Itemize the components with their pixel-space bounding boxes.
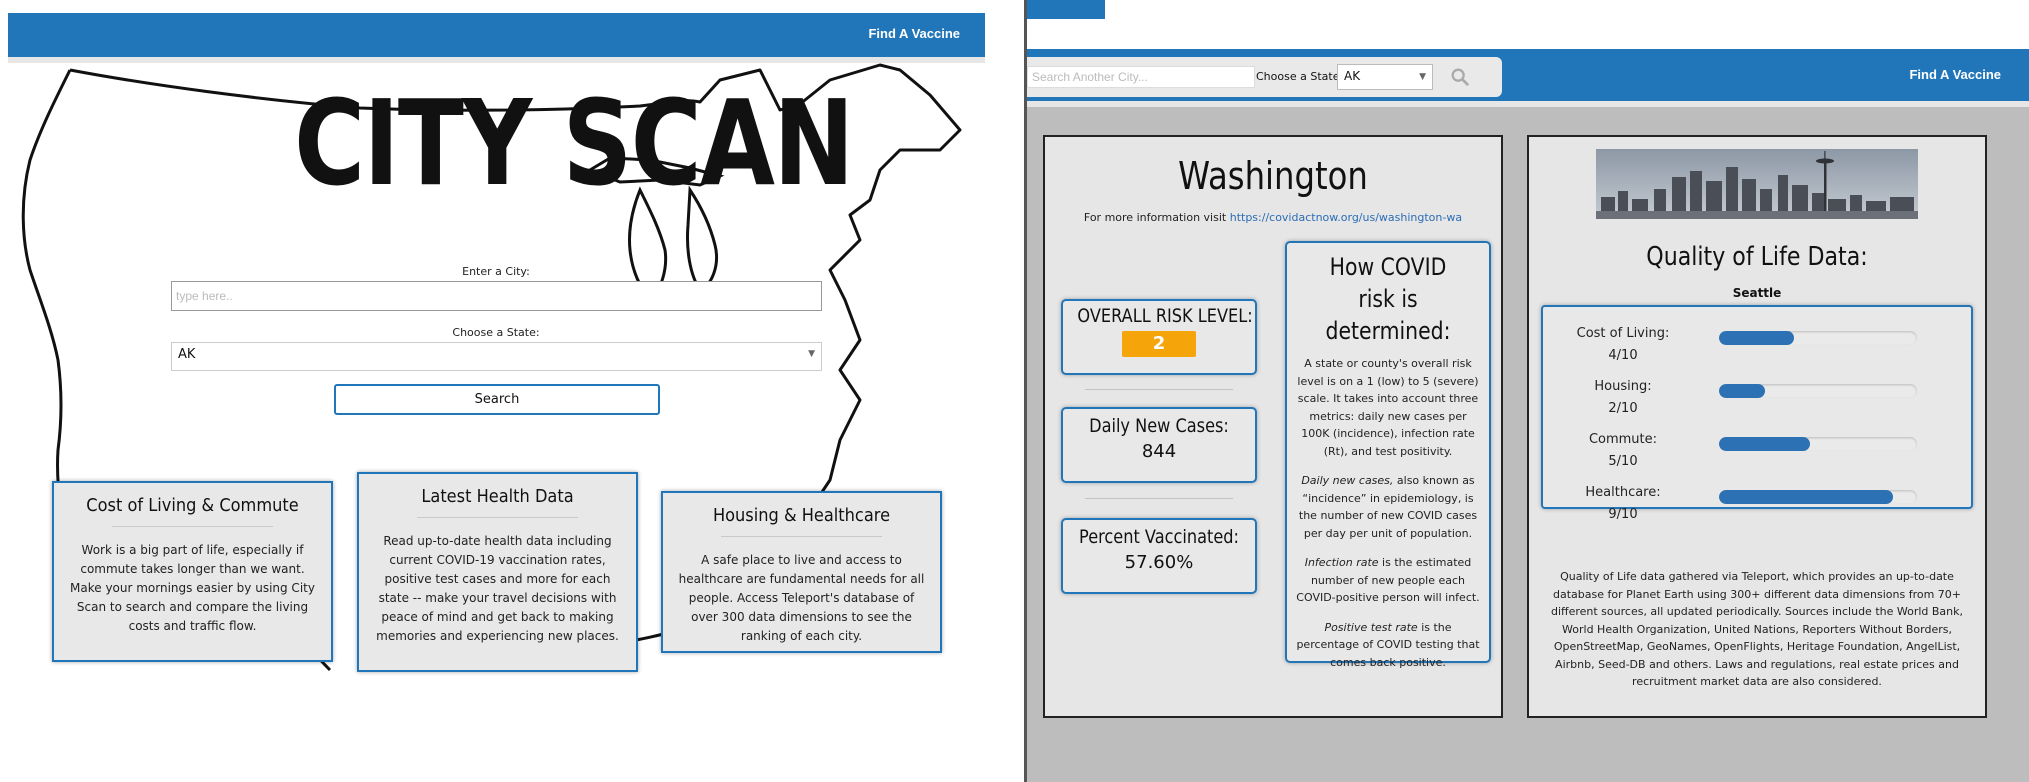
search-button[interactable]: Search <box>334 384 660 415</box>
card-divider <box>720 536 883 537</box>
qol-row-label: Cost of Living: <box>1576 326 1670 341</box>
qol-row-score: 9/10 <box>1608 507 1638 522</box>
qol-row-housing: Housing: 2/10 <box>1543 376 1971 420</box>
qol-row-score: 4/10 <box>1608 348 1638 363</box>
explainer-paragraph: Positive test rate is the percentage of … <box>1296 620 1480 669</box>
qol-row-score: 2/10 <box>1608 401 1638 416</box>
explainer-title: How COVID risk is determined: <box>1325 253 1451 345</box>
nav-search-group: Choose a State: AK ▼ <box>1027 57 1502 97</box>
explainer-paragraph: Daily new cases, also known as “incidenc… <box>1298 474 1478 540</box>
daily-cases-value: 844 <box>1141 441 1177 462</box>
chevron-down-icon: ▼ <box>808 349 815 359</box>
explainer-paragraph: A state or county's overall risk level i… <box>1297 357 1479 458</box>
daily-cases-title: Daily New Cases: <box>1089 415 1229 437</box>
state-title: Washington <box>1178 154 1368 198</box>
state-select-value: AK <box>178 347 196 362</box>
qol-progress-track <box>1719 490 1917 504</box>
browser-top-area <box>1027 0 2029 49</box>
risk-level-card: OVERALL RISK LEVEL: 2 <box>1061 299 1257 375</box>
covid-risk-explainer: How COVID risk is determined: A state or… <box>1285 241 1491 669</box>
chevron-down-icon: ▼ <box>1419 72 1426 82</box>
header-tab-stub <box>1027 0 1105 19</box>
seattle-skyline-image <box>1596 149 1918 219</box>
search-icon[interactable] <box>1449 66 1471 88</box>
qol-row-score: 5/10 <box>1608 454 1638 469</box>
qol-row-cost-of-living: Cost of Living: 4/10 <box>1543 323 1971 367</box>
more-info-line: For more information visit https://covid… <box>1045 211 1501 224</box>
risk-level-badge: 2 <box>1122 331 1196 357</box>
feature-card-health-data: Latest Health Data Read up-to-date healt… <box>357 472 638 672</box>
explainer-term: Infection rate <box>1304 556 1379 569</box>
search-another-city-input[interactable] <box>1027 66 1255 88</box>
qol-row-healthcare: Healthcare: 9/10 <box>1543 482 1971 526</box>
feature-card-body: Work is a big part of life, especially i… <box>70 543 315 633</box>
feature-card-housing-healthcare: Housing & Healthcare A safe place to liv… <box>661 491 942 653</box>
nav-state-label: Choose a State: <box>1256 70 1344 83</box>
top-nav-bar <box>8 13 985 57</box>
find-vaccine-link[interactable]: Find A Vaccine <box>1909 67 2001 82</box>
nav-shadow <box>8 57 985 63</box>
feature-card-body: A safe place to live and access to healt… <box>678 553 925 643</box>
card-divider <box>416 517 579 518</box>
explainer-paragraph: Infection rate is the estimated number o… <box>1296 556 1480 604</box>
qol-row-commute: Commute: 5/10 <box>1543 429 1971 473</box>
feature-card-title: Housing & Healthcare <box>712 505 891 526</box>
feature-card-cost-commute: Cost of Living & Commute Work is a big p… <box>52 481 333 662</box>
qol-progress-fill <box>1719 437 1811 451</box>
vaccinated-title: Percent Vaccinated: <box>1079 526 1239 548</box>
vaccinated-card: Percent Vaccinated: 57.60% <box>1061 518 1257 594</box>
feature-card-body: Read up-to-date health data including cu… <box>376 534 619 643</box>
qol-progress-track <box>1719 331 1917 345</box>
landing-page: Find A Vaccine CITY SCAN Enter a City: C… <box>0 0 1024 782</box>
explainer-term: Daily new cases, <box>1301 474 1394 487</box>
qol-title: Quality of Life Data: <box>1646 242 1868 272</box>
qol-row-label: Housing: <box>1594 379 1652 394</box>
state-select[interactable]: AK ▼ <box>171 342 822 371</box>
explainer-term: Positive test rate <box>1324 620 1418 634</box>
more-info-prefix: For more information visit <box>1083 211 1227 224</box>
qol-progress-fill <box>1719 331 1795 345</box>
covidactnow-link[interactable]: https://covidactnow.org/us/washington-wa <box>1230 211 1462 224</box>
hero-title: CITY SCAN <box>294 74 854 212</box>
covid-panel: Washington For more information visit ht… <box>1043 135 1503 718</box>
nav-state-select-value: AK <box>1344 69 1361 83</box>
vaccinated-value: 57.60% <box>1124 552 1194 573</box>
qol-description: Quality of Life data gathered via Telepo… <box>1550 570 1964 688</box>
qol-city: Seattle <box>1732 286 1782 300</box>
quality-of-life-panel: Quality of Life Data: Seattle Cost of Li… <box>1527 135 1987 718</box>
qol-scores-box: Cost of Living: 4/10 Housing: 2/10 Commute… <box>1541 305 1973 522</box>
results-page: Choose a State: AK ▼ Find A Vaccine Wash… <box>1027 0 2029 782</box>
card-divider <box>111 526 274 527</box>
nav-shadow <box>1027 101 2029 107</box>
state-label: Choose a State: <box>452 326 540 339</box>
stat-divider <box>1085 498 1233 499</box>
qol-progress-fill <box>1719 490 1894 504</box>
qol-row-label: Healthcare: <box>1585 485 1661 500</box>
qol-progress-track <box>1719 384 1917 398</box>
feature-card-title: Latest Health Data <box>421 486 574 507</box>
qol-progress-track <box>1719 437 1917 451</box>
daily-cases-card: Daily New Cases: 844 <box>1061 407 1257 483</box>
qol-progress-fill <box>1719 384 1765 398</box>
find-vaccine-link[interactable]: Find A Vaccine <box>868 26 960 41</box>
nav-state-select[interactable]: AK ▼ <box>1337 64 1433 90</box>
risk-level-title: OVERALL RISK LEVEL: <box>1077 305 1253 327</box>
city-input[interactable] <box>171 281 822 311</box>
qol-row-label: Commute: <box>1588 432 1658 447</box>
feature-card-title: Cost of Living & Commute <box>86 495 299 516</box>
stat-divider <box>1085 389 1233 390</box>
city-label: Enter a City: <box>462 265 530 278</box>
